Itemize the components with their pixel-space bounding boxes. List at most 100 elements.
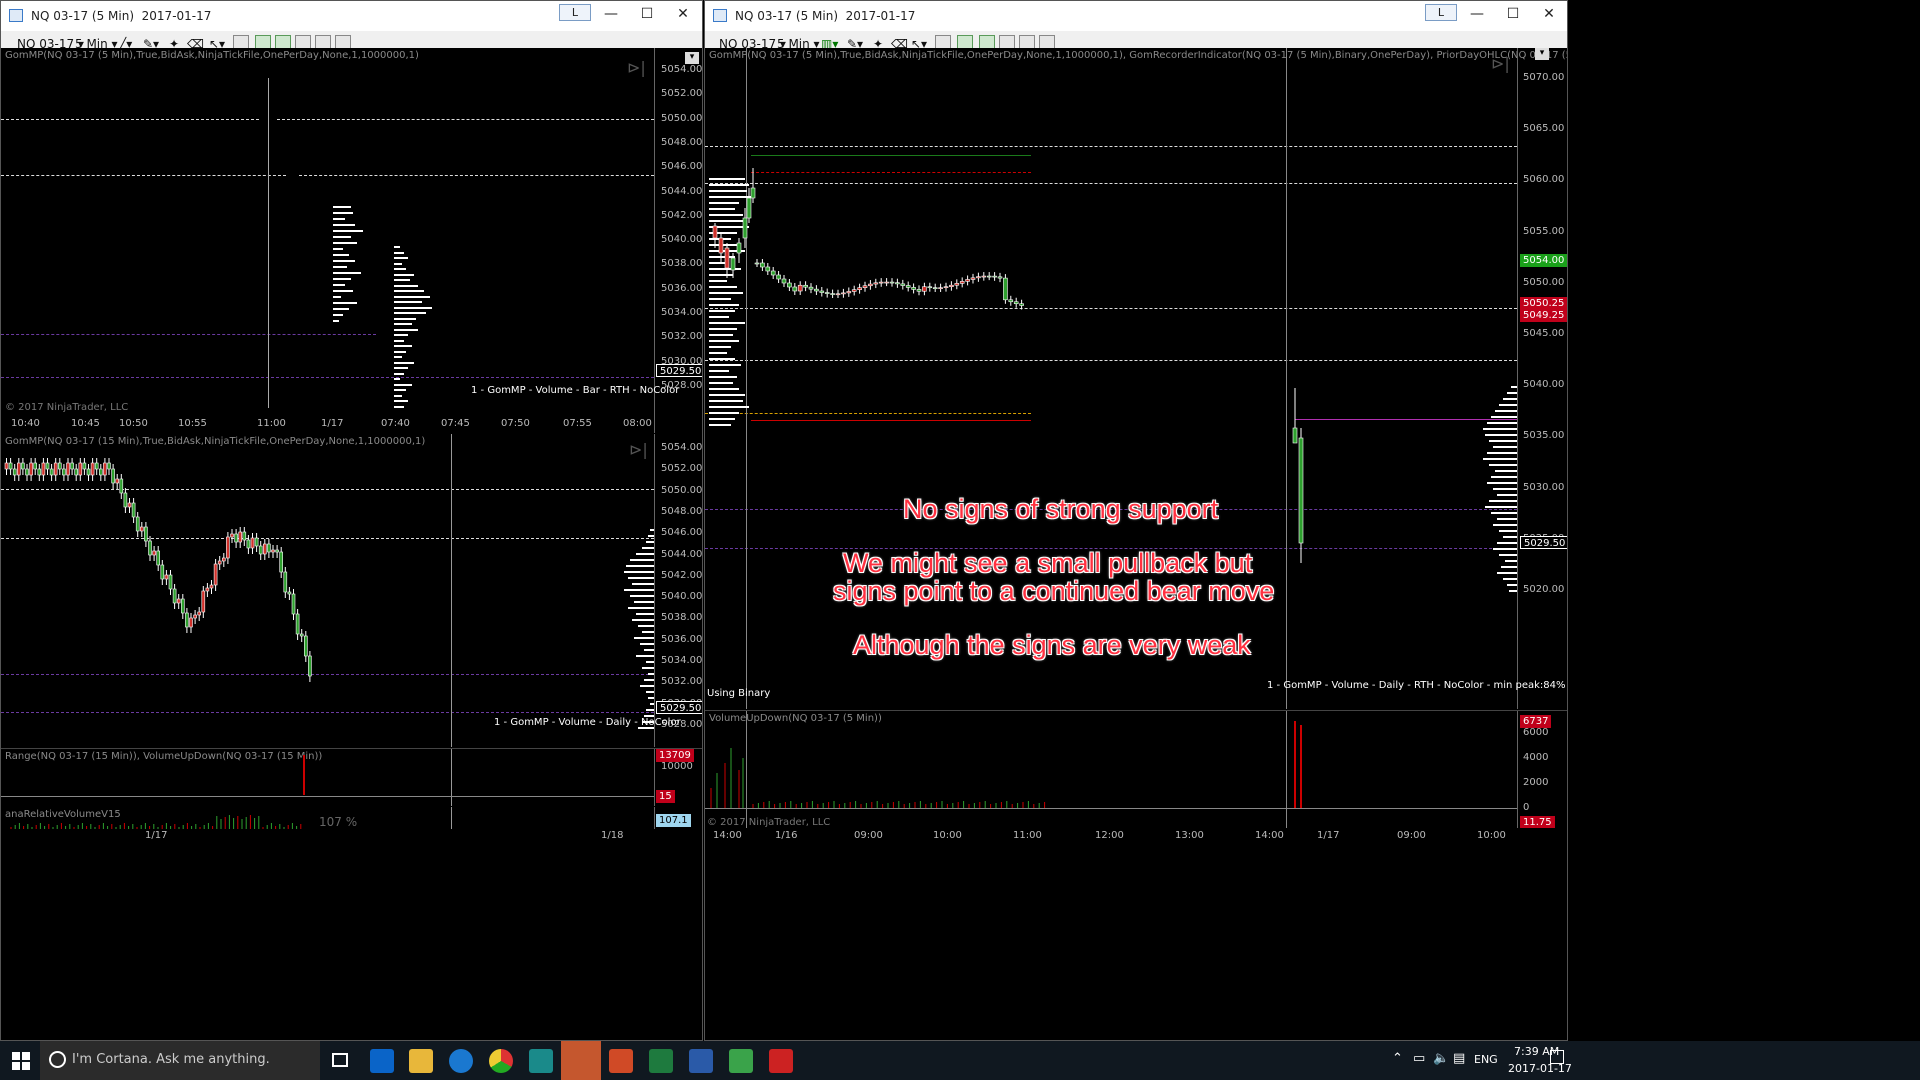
profile-row bbox=[642, 667, 654, 669]
left-time-axis: 1/17 1/18 bbox=[1, 829, 702, 843]
profile-row bbox=[1499, 404, 1517, 406]
x-tick: 1/17 bbox=[145, 830, 168, 841]
y-tick: 5048.00 bbox=[661, 136, 702, 148]
profile-row bbox=[1493, 548, 1517, 550]
profile-row bbox=[1489, 500, 1517, 502]
profile-row bbox=[1507, 392, 1517, 394]
y-tick: 5052.00 bbox=[661, 88, 702, 100]
indicator-caption: GomMP(NQ 03-17 (5 Min),True,BidAsk,Ninja… bbox=[5, 50, 419, 61]
indicator-caption: Range(NQ 03-17 (15 Min)), VolumeUpDown(N… bbox=[5, 751, 323, 762]
maximize-icon[interactable]: ☐ bbox=[632, 6, 662, 22]
profile-row bbox=[394, 383, 412, 386]
keyboard-icon[interactable]: ▤ bbox=[1453, 1051, 1465, 1066]
panel-menu-icon[interactable]: ▾ bbox=[685, 52, 699, 64]
minimize-icon[interactable]: — bbox=[596, 6, 626, 22]
profile-row bbox=[394, 268, 406, 270]
profile-row bbox=[333, 248, 343, 250]
profile-row bbox=[646, 691, 654, 693]
word-icon[interactable] bbox=[689, 1049, 713, 1073]
profile-row bbox=[646, 709, 654, 711]
profile-row bbox=[632, 619, 654, 621]
volume-bars bbox=[710, 721, 1302, 808]
profile-label: 1 - GomMP - Volume - Bar - RTH - NoColor bbox=[471, 385, 680, 396]
minimize-icon[interactable]: — bbox=[1462, 6, 1492, 22]
profile-row bbox=[626, 565, 654, 567]
relative-volume-panel[interactable]: anaRelativeVolumeV15 107 % 107.1 bbox=[1, 807, 702, 829]
profile-row bbox=[333, 278, 351, 280]
left-titlebar[interactable]: NQ 03-17 (5 Min) 2017-01-17 L — ☐ ✕ bbox=[1, 1, 702, 31]
notification-icon[interactable] bbox=[1550, 1050, 1564, 1064]
red-app-icon[interactable] bbox=[769, 1049, 793, 1073]
volume-icon[interactable]: 🔈 bbox=[1433, 1051, 1449, 1066]
x-tick: 11:00 bbox=[257, 418, 286, 429]
profile-row bbox=[1489, 440, 1517, 442]
scroll-end-icon[interactable]: ⊳| bbox=[627, 58, 646, 77]
tws-icon[interactable] bbox=[529, 1049, 553, 1073]
desktop-area bbox=[1569, 0, 1920, 1041]
powerpoint-icon[interactable] bbox=[609, 1049, 633, 1073]
profile-row bbox=[1493, 446, 1517, 448]
profile-row bbox=[1487, 482, 1517, 484]
task-view-icon[interactable] bbox=[332, 1053, 348, 1067]
copyright: © 2017 NinjaTrader, LLC bbox=[5, 402, 129, 413]
y-tick: 5070.00 bbox=[1523, 72, 1565, 83]
profile-row bbox=[1487, 422, 1517, 424]
profile-row bbox=[394, 246, 400, 248]
x-tick: 12:00 bbox=[1095, 830, 1124, 841]
x-tick: 10:40 bbox=[11, 418, 40, 429]
profile-row bbox=[642, 631, 654, 633]
language-indicator[interactable]: ENG bbox=[1474, 1053, 1498, 1066]
profile-row bbox=[640, 643, 654, 645]
chrome-icon[interactable] bbox=[489, 1049, 513, 1073]
windows-start-icon[interactable] bbox=[12, 1052, 30, 1070]
right-volume-panel[interactable]: VolumeUpDown(NQ 03-17 (5 Min)) 6737 6000… bbox=[705, 710, 1567, 828]
x-tick: 07:55 bbox=[563, 418, 592, 429]
profile-row bbox=[394, 317, 416, 320]
maximize-icon[interactable]: ☐ bbox=[1498, 6, 1528, 22]
y-tick: 5046.00 bbox=[661, 161, 702, 173]
profile-row bbox=[394, 356, 402, 358]
show-hidden-icons[interactable]: ⌃ bbox=[1392, 1051, 1403, 1066]
edge-icon[interactable] bbox=[449, 1049, 473, 1073]
profile-row bbox=[394, 301, 422, 303]
close-icon[interactable]: ✕ bbox=[1534, 6, 1564, 22]
outlook-icon[interactable] bbox=[370, 1049, 394, 1073]
prior-close-box: 5049.25 bbox=[1520, 309, 1567, 322]
profile-row bbox=[1497, 572, 1517, 574]
panel-menu-icon[interactable]: ▾ bbox=[1535, 48, 1549, 60]
y-tick: 5065.00 bbox=[1523, 123, 1565, 135]
profile-row bbox=[1505, 560, 1517, 562]
link-button[interactable]: L bbox=[559, 4, 591, 21]
x-tick: 10:50 bbox=[119, 418, 148, 429]
profile-row bbox=[394, 350, 406, 353]
excel-icon[interactable] bbox=[649, 1049, 673, 1073]
copyright: © 2017 NinjaTrader, LLC bbox=[707, 817, 831, 828]
taskbar: I'm Cortana. Ask me anything. ⌃ ▭ 🔈 ▤ EN… bbox=[0, 1041, 1920, 1080]
cortana-search-box[interactable]: I'm Cortana. Ask me anything. bbox=[40, 1041, 320, 1080]
profile-row bbox=[394, 334, 408, 336]
ninjatrader-icon[interactable] bbox=[561, 1041, 601, 1080]
close-icon[interactable]: ✕ bbox=[668, 6, 698, 22]
left-top-price-panel[interactable]: GomMP(NQ 03-17 (5 Min),True,BidAsk,Ninja… bbox=[1, 48, 702, 433]
profile-row bbox=[636, 655, 654, 657]
right-titlebar[interactable]: NQ 03-17 (5 Min) 2017-01-17 L — ☐ ✕ bbox=[705, 1, 1567, 31]
profile-row bbox=[1497, 518, 1517, 520]
profile-row bbox=[394, 279, 410, 281]
profile-row bbox=[394, 312, 426, 314]
right-main-price-panel[interactable]: GomMP(NQ 03-17 (5 Min),True,BidAsk,Ninja… bbox=[705, 48, 1567, 709]
link-button[interactable]: L bbox=[1425, 4, 1457, 21]
profile-row bbox=[394, 405, 404, 408]
chart-app-taskbar-icon[interactable] bbox=[729, 1049, 753, 1073]
network-icon[interactable]: ▭ bbox=[1413, 1051, 1425, 1066]
y-tick: 5050.00 bbox=[661, 484, 702, 496]
file-explorer-icon[interactable] bbox=[409, 1049, 433, 1073]
profile-row bbox=[1499, 554, 1517, 556]
x-tick: 1/17 bbox=[1317, 830, 1340, 841]
left-bottom-price-panel[interactable]: GomMP(NQ 03-17 (15 Min),True,BidAsk,Ninj… bbox=[1, 434, 702, 747]
y-tick: 5034.00 bbox=[661, 307, 702, 318]
profile-row bbox=[333, 242, 357, 244]
profile-row bbox=[636, 553, 654, 555]
profile-row bbox=[394, 345, 412, 347]
range-volume-panel[interactable]: Range(NQ 03-17 (15 Min)), VolumeUpDown(N… bbox=[1, 748, 702, 806]
profile-row bbox=[644, 679, 654, 681]
